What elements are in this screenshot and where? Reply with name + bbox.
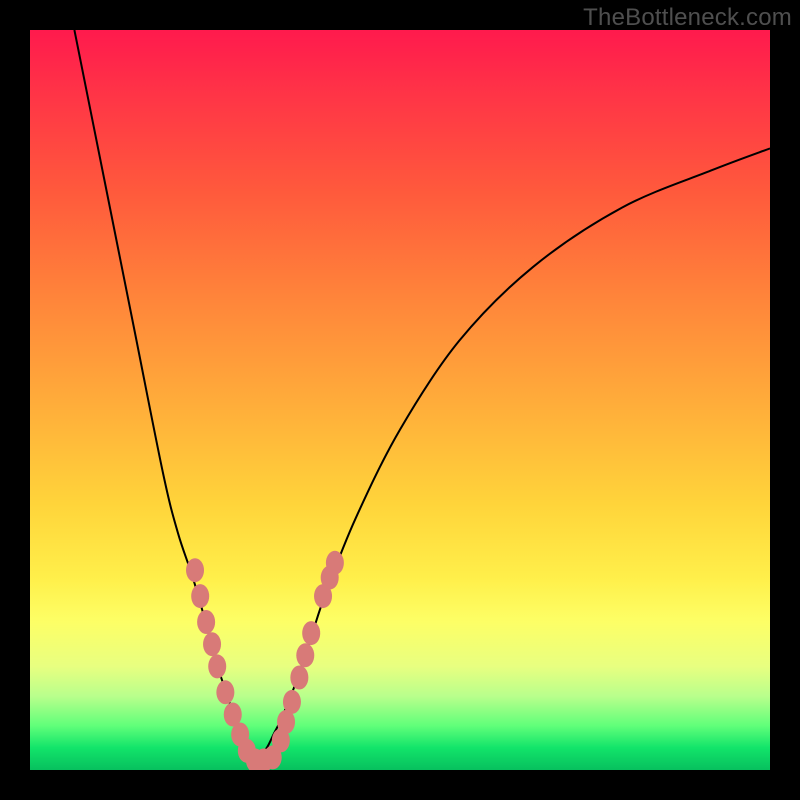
curve-right [252,148,770,762]
bead-point [302,621,320,645]
bead-group [186,551,344,770]
watermark-text: TheBottleneck.com [583,4,792,32]
bead-point [203,632,221,656]
bead-point [186,558,204,582]
bead-point [191,584,209,608]
bead-point [216,680,234,704]
bead-point [208,654,226,678]
bead-point [296,643,314,667]
bead-point [197,610,215,634]
bead-point [290,666,308,690]
curve-left [74,30,252,763]
bead-point [283,690,301,714]
plot-area [30,30,770,770]
curve-layer [30,30,770,770]
chart-frame: TheBottleneck.com [0,0,800,800]
bead-point [326,551,344,575]
